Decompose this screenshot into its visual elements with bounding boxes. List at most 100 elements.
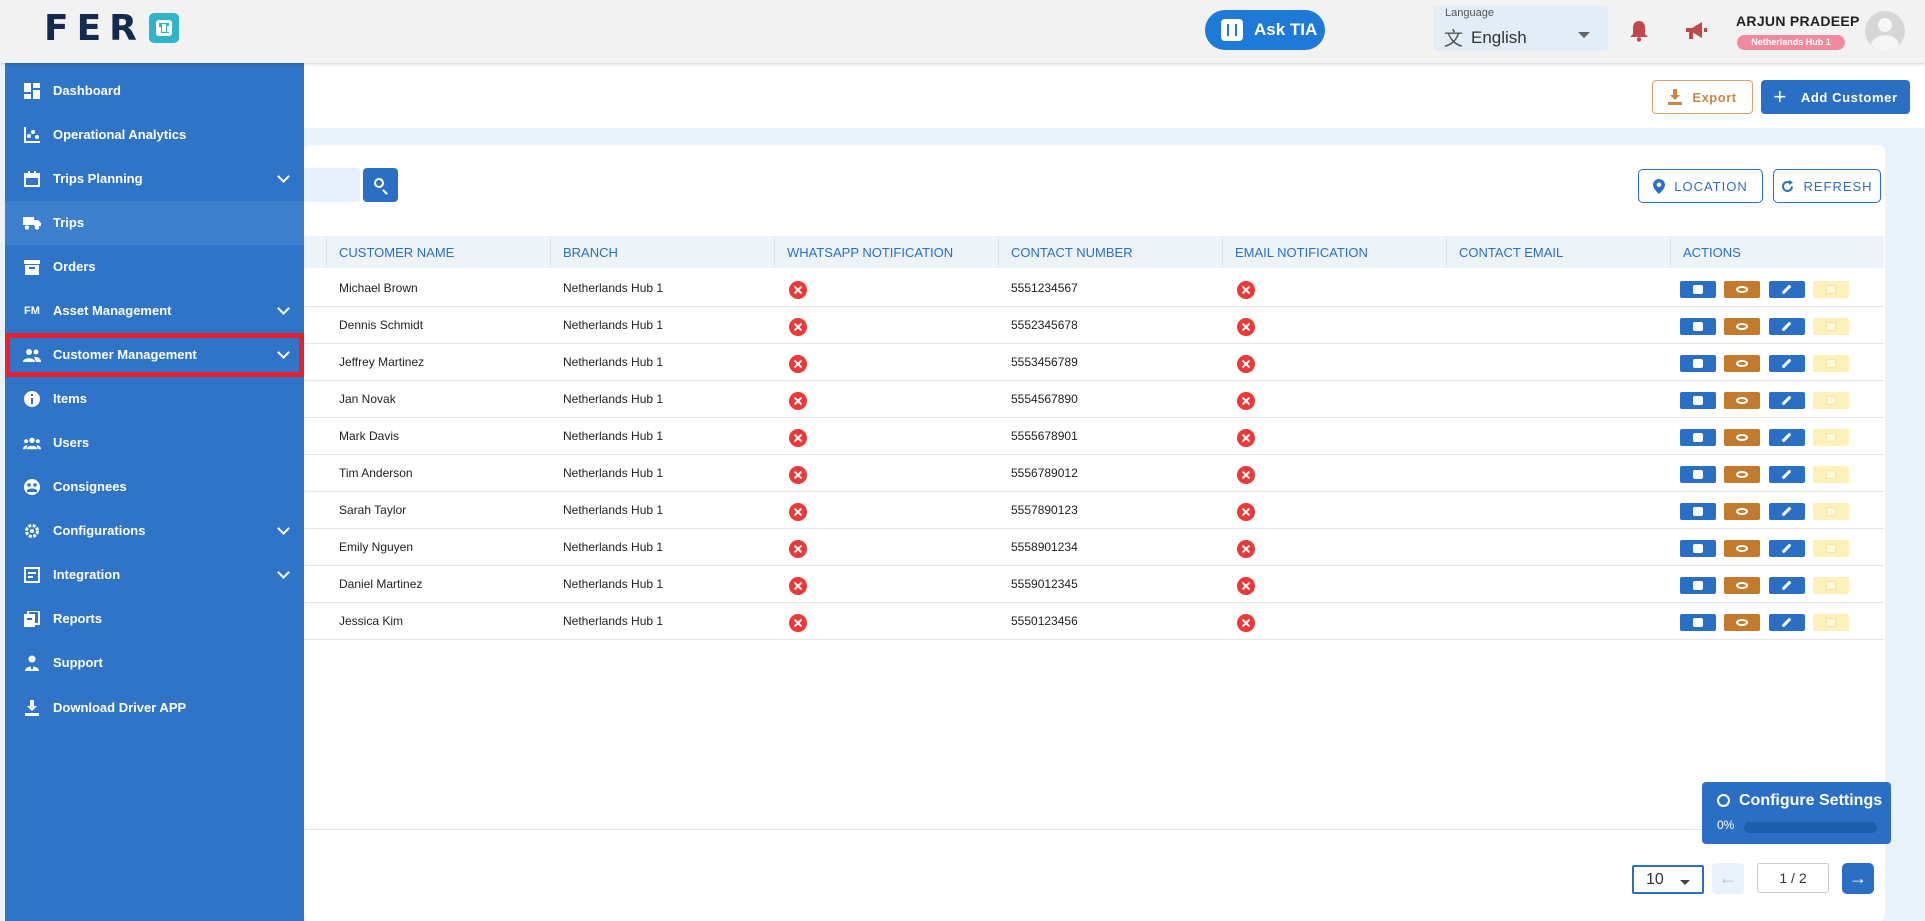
col-email-notification[interactable]: EMAIL NOTIFICATION: [1222, 236, 1446, 268]
table-row[interactable]: Sarah Taylor Netherlands Hub 1 5557890123: [304, 492, 1884, 529]
table-row[interactable]: Jessica Kim Netherlands Hub 1 5550123456: [304, 603, 1884, 640]
table-row[interactable]: Daniel Martinez Netherlands Hub 1 55590123…: [304, 566, 1884, 603]
col-contact-number[interactable]: CONTACT NUMBER: [998, 236, 1222, 268]
disabled-action-button[interactable]: [1813, 429, 1849, 446]
sidebar-item-integration[interactable]: Integration: [5, 553, 304, 597]
disabled-action-button[interactable]: [1813, 281, 1849, 298]
table-row[interactable]: Mark Davis Netherlands Hub 1 5555678901: [304, 418, 1884, 455]
sidebar-item-consignees[interactable]: Consignees: [5, 465, 304, 509]
manage-button[interactable]: [1680, 281, 1716, 298]
view-button[interactable]: [1724, 429, 1760, 446]
next-page-button[interactable]: →: [1842, 863, 1874, 894]
email-disabled-icon: [1237, 614, 1255, 632]
ask-tia-button[interactable]: Ask TIA: [1205, 10, 1325, 50]
manage-button[interactable]: [1680, 577, 1716, 594]
table-row[interactable]: Dennis Schmidt Netherlands Hub 1 555234567…: [304, 307, 1884, 344]
edit-button[interactable]: [1769, 281, 1805, 298]
manage-button[interactable]: [1680, 355, 1716, 372]
col-contact-email[interactable]: CONTACT EMAIL: [1446, 236, 1670, 268]
prev-page-button[interactable]: ←: [1712, 863, 1744, 894]
view-button[interactable]: [1724, 614, 1760, 631]
edit-button[interactable]: [1769, 429, 1805, 446]
whatsapp-disabled-icon: [789, 281, 807, 299]
edit-button[interactable]: [1769, 466, 1805, 483]
edit-button[interactable]: [1769, 318, 1805, 335]
disabled-action-button[interactable]: [1813, 503, 1849, 520]
refresh-button[interactable]: REFRESH: [1773, 169, 1881, 203]
megaphone-icon[interactable]: [1684, 20, 1708, 42]
consignee-icon: [24, 479, 40, 495]
contact-number-cell: 5559012345: [1011, 577, 1078, 591]
table-row[interactable]: Emily Nguyen Netherlands Hub 1 5558901234: [304, 529, 1884, 566]
disabled-action-button[interactable]: [1813, 318, 1849, 335]
view-button[interactable]: [1724, 392, 1760, 409]
view-button[interactable]: [1724, 318, 1760, 335]
view-button[interactable]: [1724, 281, 1760, 298]
email-disabled-icon: [1237, 540, 1255, 558]
sidebar-item-asset-management[interactable]: FM Asset Management: [5, 289, 304, 333]
add-customer-button[interactable]: + Add Customer: [1761, 80, 1910, 114]
col-customer-name[interactable]: CUSTOMER NAME: [326, 236, 550, 268]
edit-button[interactable]: [1769, 355, 1805, 372]
sidebar-item-configurations[interactable]: Configurations: [5, 509, 304, 553]
fm-icon: FM: [24, 305, 40, 317]
manage-button[interactable]: [1680, 614, 1716, 631]
view-button[interactable]: [1724, 540, 1760, 557]
edit-button[interactable]: [1769, 577, 1805, 594]
view-button[interactable]: [1724, 503, 1760, 520]
language-select[interactable]: Language 文 English: [1433, 6, 1608, 51]
avatar[interactable]: [1865, 11, 1905, 51]
sidebar-item-support[interactable]: Support: [5, 641, 304, 685]
sidebar-item-items[interactable]: Items: [5, 377, 304, 421]
disabled-action-button[interactable]: [1813, 577, 1849, 594]
col-whatsapp-notification[interactable]: WHATSAPP NOTIFICATION: [774, 236, 998, 268]
manage-button[interactable]: [1680, 318, 1716, 335]
configure-settings-widget[interactable]: Configure Settings 0%: [1702, 782, 1891, 844]
search-input[interactable]: [304, 168, 360, 202]
sidebar-item-trips-planning[interactable]: Trips Planning: [5, 157, 304, 201]
col-branch[interactable]: BRANCH: [550, 236, 774, 268]
disabled-action-button[interactable]: [1813, 355, 1849, 372]
table-row[interactable]: Tim Anderson Netherlands Hub 1 5556789012: [304, 455, 1884, 492]
sidebar-item-download-driver-app[interactable]: Download Driver APP: [5, 686, 304, 730]
sidebar-item-label: Integration: [53, 567, 121, 582]
manage-button[interactable]: [1680, 392, 1716, 409]
table-row[interactable]: Jan Novak Netherlands Hub 1 5554567890: [304, 381, 1884, 418]
disabled-action-button[interactable]: [1813, 540, 1849, 557]
edit-button[interactable]: [1769, 392, 1805, 409]
table-row[interactable]: Michael Brown Netherlands Hub 1 5551234567: [304, 270, 1884, 307]
manage-button[interactable]: [1680, 540, 1716, 557]
sidebar-item-orders[interactable]: Orders: [5, 245, 304, 289]
edit-button[interactable]: [1769, 503, 1805, 520]
sidebar-item-customer-management[interactable]: Customer Management: [5, 333, 304, 377]
location-button[interactable]: LOCATION: [1638, 169, 1763, 203]
chevron-down-icon: [277, 522, 290, 535]
page-size-select[interactable]: 10: [1632, 865, 1704, 894]
bell-icon[interactable]: [1629, 20, 1649, 42]
disabled-action-button[interactable]: [1813, 392, 1849, 409]
manage-button[interactable]: [1680, 466, 1716, 483]
sidebar-item-label: Download Driver APP: [53, 700, 187, 715]
manage-button[interactable]: [1680, 503, 1716, 520]
sidebar-item-operational-analytics[interactable]: Operational Analytics: [5, 113, 304, 157]
export-button[interactable]: Export: [1652, 80, 1753, 114]
view-button[interactable]: [1724, 355, 1760, 372]
edit-button[interactable]: [1769, 614, 1805, 631]
table-row[interactable]: Jeffrey Martinez Netherlands Hub 1 5553456…: [304, 344, 1884, 381]
disabled-action-button[interactable]: [1813, 614, 1849, 631]
sidebar-item-users[interactable]: Users: [5, 421, 304, 465]
view-button[interactable]: [1724, 466, 1760, 483]
search-button[interactable]: [363, 168, 398, 202]
sidebar-item-reports[interactable]: Reports: [5, 597, 304, 641]
edit-button[interactable]: [1769, 540, 1805, 557]
fero-logo[interactable]: FER: [44, 8, 179, 49]
eye-icon: [1736, 434, 1748, 441]
view-button[interactable]: [1724, 577, 1760, 594]
contact-email-cell: [1459, 307, 1679, 344]
email-disabled-icon: [1237, 577, 1255, 595]
sidebar-item-label: Support: [53, 655, 103, 670]
sidebar-item-trips[interactable]: Trips: [5, 201, 304, 245]
sidebar-item-dashboard[interactable]: Dashboard: [5, 69, 304, 113]
manage-button[interactable]: [1680, 429, 1716, 446]
disabled-action-button[interactable]: [1813, 466, 1849, 483]
